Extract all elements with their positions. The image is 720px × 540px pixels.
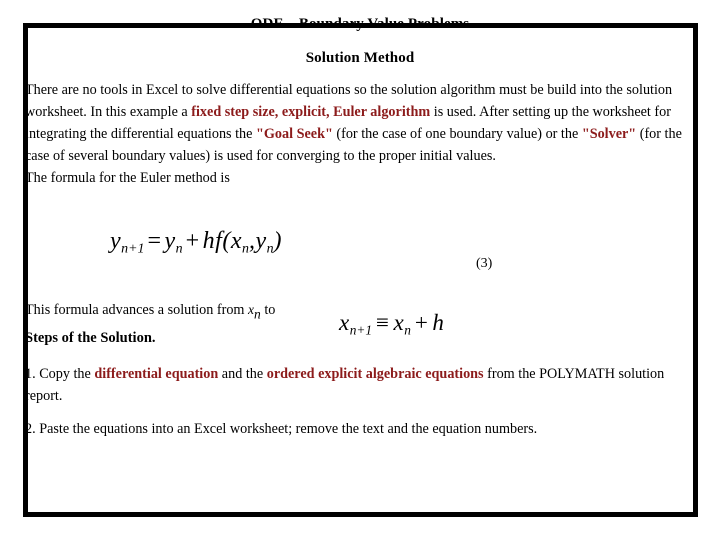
euler-formula-equation: yn+1 = yn + hf(xn,yn) (110, 228, 282, 258)
intro-text-3: (for the case of one boundary value) or … (332, 126, 582, 142)
advances-text-2: to (260, 302, 276, 318)
page-subtitle: Solution Method (305, 50, 415, 66)
advances-text-1: This formula advances a solution from (25, 302, 249, 318)
eq2-plus-sign: + (414, 310, 429, 335)
eq2-rhs-subscript: n (404, 322, 411, 338)
eq2-lhs-variable: x (339, 310, 350, 335)
step2-text-1: 2. Paste the equations into an Excel wor… (25, 421, 538, 437)
eq1-open-paren: ( (222, 228, 231, 254)
eq1-step-size-h: h (202, 228, 216, 254)
steps-heading: Steps of the Solution. (25, 330, 156, 346)
advances-subscript-n: n (254, 306, 261, 322)
step1-text-1: 1. Copy the (25, 366, 95, 382)
step1-accent-differential-equation: differential equation (94, 366, 219, 382)
x-advance-equation: xn+1 ≡ xn + h (339, 310, 444, 338)
eq1-lhs-subscript: n+1 (121, 241, 145, 257)
eq1-arg2-variable: y (255, 228, 267, 254)
step1-text-2: and the (218, 366, 267, 382)
eq1-rhs-variable: y (164, 228, 176, 254)
eq1-arg1-variable: x (230, 228, 242, 254)
eq2-rhs-variable: x (393, 310, 405, 335)
step1-accent-ordered-explicit-equations: ordered explicit algebraic equations (266, 366, 484, 382)
eq1-arg1-subscript: n (241, 241, 249, 257)
intro-accent-goal-seek: "Goal Seek" (256, 126, 333, 142)
eq2-equivalence-sign: ≡ (376, 310, 390, 335)
step-2-paragraph: 2. Paste the equations into an Excel wor… (25, 418, 702, 440)
eq1-arg2-subscript: n (266, 241, 274, 257)
eq1-lhs-variable: y (110, 228, 122, 254)
slide-canvas: ODE – Boundary Value Problems Solution M… (0, 0, 720, 540)
step-1-paragraph: 1. Copy the differential equation and th… (25, 363, 702, 407)
eq2-lhs-subscript: n+1 (349, 322, 373, 338)
intro-paragraph: There are no tools in Excel to solve dif… (25, 79, 702, 189)
intro-accent-euler-algorithm: fixed step size, explicit, Euler algorit… (191, 104, 431, 120)
eq1-plus-sign: + (185, 228, 200, 254)
intro-accent-solver: "Solver" (581, 126, 637, 142)
page-title: ODE – Boundary Value Problems (250, 16, 470, 32)
intro-text-5: The formula for the Euler method is (25, 170, 230, 186)
eq1-close-paren: ) (273, 228, 283, 254)
eq2-step-size-h: h (432, 310, 445, 335)
advances-paragraph: This formula advances a solution from xn… (25, 299, 275, 325)
eq1-rhs-subscript: n (175, 241, 183, 257)
eq1-equals-sign: = (147, 228, 162, 254)
equation-number-3: (3) (476, 256, 493, 271)
